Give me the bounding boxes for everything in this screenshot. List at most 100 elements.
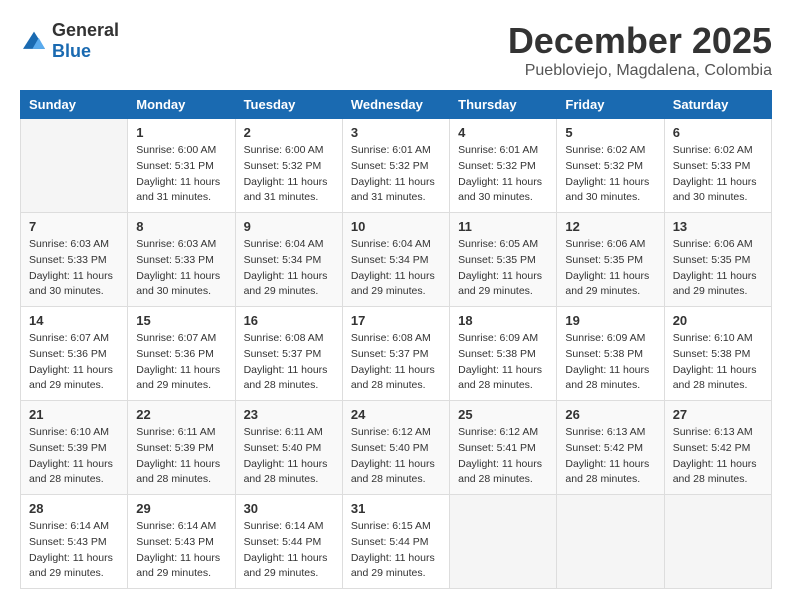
daylight-text: Daylight: 11 hours and 28 minutes. <box>673 458 757 486</box>
sunrise-text: Sunrise: 6:13 AM <box>565 426 645 438</box>
day-number: 16 <box>244 313 334 328</box>
daylight-text: Daylight: 11 hours and 31 minutes. <box>351 176 435 204</box>
day-number: 3 <box>351 125 441 140</box>
day-number: 24 <box>351 407 441 422</box>
table-row <box>557 495 664 589</box>
day-number: 30 <box>244 501 334 516</box>
header-tuesday: Tuesday <box>235 91 342 119</box>
daylight-text: Daylight: 11 hours and 29 minutes. <box>565 270 649 298</box>
daylight-text: Daylight: 11 hours and 28 minutes. <box>351 458 435 486</box>
day-number: 27 <box>673 407 763 422</box>
sunrise-text: Sunrise: 6:12 AM <box>351 426 431 438</box>
day-info: Sunrise: 6:04 AM Sunset: 5:34 PM Dayligh… <box>351 237 441 300</box>
daylight-text: Daylight: 11 hours and 28 minutes. <box>351 364 435 392</box>
day-info: Sunrise: 6:12 AM Sunset: 5:41 PM Dayligh… <box>458 425 548 488</box>
daylight-text: Daylight: 11 hours and 28 minutes. <box>244 458 328 486</box>
table-row: 16 Sunrise: 6:08 AM Sunset: 5:37 PM Dayl… <box>235 307 342 401</box>
sunset-text: Sunset: 5:32 PM <box>351 160 429 172</box>
table-row: 15 Sunrise: 6:07 AM Sunset: 5:36 PM Dayl… <box>128 307 235 401</box>
daylight-text: Daylight: 11 hours and 29 minutes. <box>244 552 328 580</box>
daylight-text: Daylight: 11 hours and 28 minutes. <box>29 458 113 486</box>
sunrise-text: Sunrise: 6:13 AM <box>673 426 753 438</box>
table-row: 27 Sunrise: 6:13 AM Sunset: 5:42 PM Dayl… <box>664 401 771 495</box>
sunrise-text: Sunrise: 6:15 AM <box>351 520 431 532</box>
day-info: Sunrise: 6:04 AM Sunset: 5:34 PM Dayligh… <box>244 237 334 300</box>
location-title: Puebloviejo, Magdalena, Colombia <box>508 62 772 80</box>
day-number: 13 <box>673 219 763 234</box>
day-info: Sunrise: 6:11 AM Sunset: 5:40 PM Dayligh… <box>244 425 334 488</box>
logo: General Blue <box>20 20 119 62</box>
sunset-text: Sunset: 5:35 PM <box>565 254 643 266</box>
sunrise-text: Sunrise: 6:00 AM <box>136 144 216 156</box>
day-number: 21 <box>29 407 119 422</box>
sunset-text: Sunset: 5:44 PM <box>351 536 429 548</box>
sunrise-text: Sunrise: 6:03 AM <box>136 238 216 250</box>
table-row <box>450 495 557 589</box>
day-number: 8 <box>136 219 226 234</box>
sunset-text: Sunset: 5:38 PM <box>458 348 536 360</box>
daylight-text: Daylight: 11 hours and 28 minutes. <box>565 458 649 486</box>
title-block: December 2025 Puebloviejo, Magdalena, Co… <box>508 20 772 80</box>
calendar-week-row: 28 Sunrise: 6:14 AM Sunset: 5:43 PM Dayl… <box>21 495 772 589</box>
sunrise-text: Sunrise: 6:10 AM <box>673 332 753 344</box>
day-info: Sunrise: 6:11 AM Sunset: 5:39 PM Dayligh… <box>136 425 226 488</box>
sunset-text: Sunset: 5:32 PM <box>565 160 643 172</box>
calendar-week-row: 21 Sunrise: 6:10 AM Sunset: 5:39 PM Dayl… <box>21 401 772 495</box>
table-row: 3 Sunrise: 6:01 AM Sunset: 5:32 PM Dayli… <box>342 119 449 213</box>
day-info: Sunrise: 6:00 AM Sunset: 5:31 PM Dayligh… <box>136 143 226 206</box>
daylight-text: Daylight: 11 hours and 28 minutes. <box>244 364 328 392</box>
table-row: 25 Sunrise: 6:12 AM Sunset: 5:41 PM Dayl… <box>450 401 557 495</box>
daylight-text: Daylight: 11 hours and 28 minutes. <box>565 364 649 392</box>
sunset-text: Sunset: 5:38 PM <box>565 348 643 360</box>
sunset-text: Sunset: 5:37 PM <box>351 348 429 360</box>
sunset-text: Sunset: 5:38 PM <box>673 348 751 360</box>
logo-blue: Blue <box>52 41 91 61</box>
table-row: 13 Sunrise: 6:06 AM Sunset: 5:35 PM Dayl… <box>664 213 771 307</box>
daylight-text: Daylight: 11 hours and 30 minutes. <box>136 270 220 298</box>
header-monday: Monday <box>128 91 235 119</box>
table-row: 12 Sunrise: 6:06 AM Sunset: 5:35 PM Dayl… <box>557 213 664 307</box>
day-number: 7 <box>29 219 119 234</box>
table-row <box>21 119 128 213</box>
sunrise-text: Sunrise: 6:11 AM <box>136 426 215 438</box>
sunrise-text: Sunrise: 6:11 AM <box>244 426 323 438</box>
day-number: 10 <box>351 219 441 234</box>
sunrise-text: Sunrise: 6:07 AM <box>29 332 109 344</box>
day-info: Sunrise: 6:14 AM Sunset: 5:44 PM Dayligh… <box>244 519 334 582</box>
sunset-text: Sunset: 5:39 PM <box>136 442 214 454</box>
day-info: Sunrise: 6:14 AM Sunset: 5:43 PM Dayligh… <box>29 519 119 582</box>
table-row: 7 Sunrise: 6:03 AM Sunset: 5:33 PM Dayli… <box>21 213 128 307</box>
day-number: 1 <box>136 125 226 140</box>
day-info: Sunrise: 6:08 AM Sunset: 5:37 PM Dayligh… <box>244 331 334 394</box>
day-number: 5 <box>565 125 655 140</box>
day-number: 22 <box>136 407 226 422</box>
sunrise-text: Sunrise: 6:04 AM <box>244 238 324 250</box>
day-number: 12 <box>565 219 655 234</box>
day-info: Sunrise: 6:00 AM Sunset: 5:32 PM Dayligh… <box>244 143 334 206</box>
sunset-text: Sunset: 5:36 PM <box>136 348 214 360</box>
sunrise-text: Sunrise: 6:02 AM <box>673 144 753 156</box>
daylight-text: Daylight: 11 hours and 29 minutes. <box>136 364 220 392</box>
day-number: 25 <box>458 407 548 422</box>
sunset-text: Sunset: 5:33 PM <box>673 160 751 172</box>
table-row: 28 Sunrise: 6:14 AM Sunset: 5:43 PM Dayl… <box>21 495 128 589</box>
daylight-text: Daylight: 11 hours and 29 minutes. <box>458 270 542 298</box>
daylight-text: Daylight: 11 hours and 29 minutes. <box>351 552 435 580</box>
sunrise-text: Sunrise: 6:06 AM <box>565 238 645 250</box>
table-row: 19 Sunrise: 6:09 AM Sunset: 5:38 PM Dayl… <box>557 307 664 401</box>
day-info: Sunrise: 6:10 AM Sunset: 5:39 PM Dayligh… <box>29 425 119 488</box>
day-number: 26 <box>565 407 655 422</box>
day-info: Sunrise: 6:10 AM Sunset: 5:38 PM Dayligh… <box>673 331 763 394</box>
table-row: 9 Sunrise: 6:04 AM Sunset: 5:34 PM Dayli… <box>235 213 342 307</box>
sunrise-text: Sunrise: 6:03 AM <box>29 238 109 250</box>
day-info: Sunrise: 6:02 AM Sunset: 5:33 PM Dayligh… <box>673 143 763 206</box>
table-row: 14 Sunrise: 6:07 AM Sunset: 5:36 PM Dayl… <box>21 307 128 401</box>
daylight-text: Daylight: 11 hours and 29 minutes. <box>29 552 113 580</box>
day-number: 15 <box>136 313 226 328</box>
sunrise-text: Sunrise: 6:01 AM <box>351 144 431 156</box>
table-row: 17 Sunrise: 6:08 AM Sunset: 5:37 PM Dayl… <box>342 307 449 401</box>
sunset-text: Sunset: 5:42 PM <box>565 442 643 454</box>
sunset-text: Sunset: 5:40 PM <box>351 442 429 454</box>
calendar-week-row: 1 Sunrise: 6:00 AM Sunset: 5:31 PM Dayli… <box>21 119 772 213</box>
month-title: December 2025 <box>508 20 772 62</box>
